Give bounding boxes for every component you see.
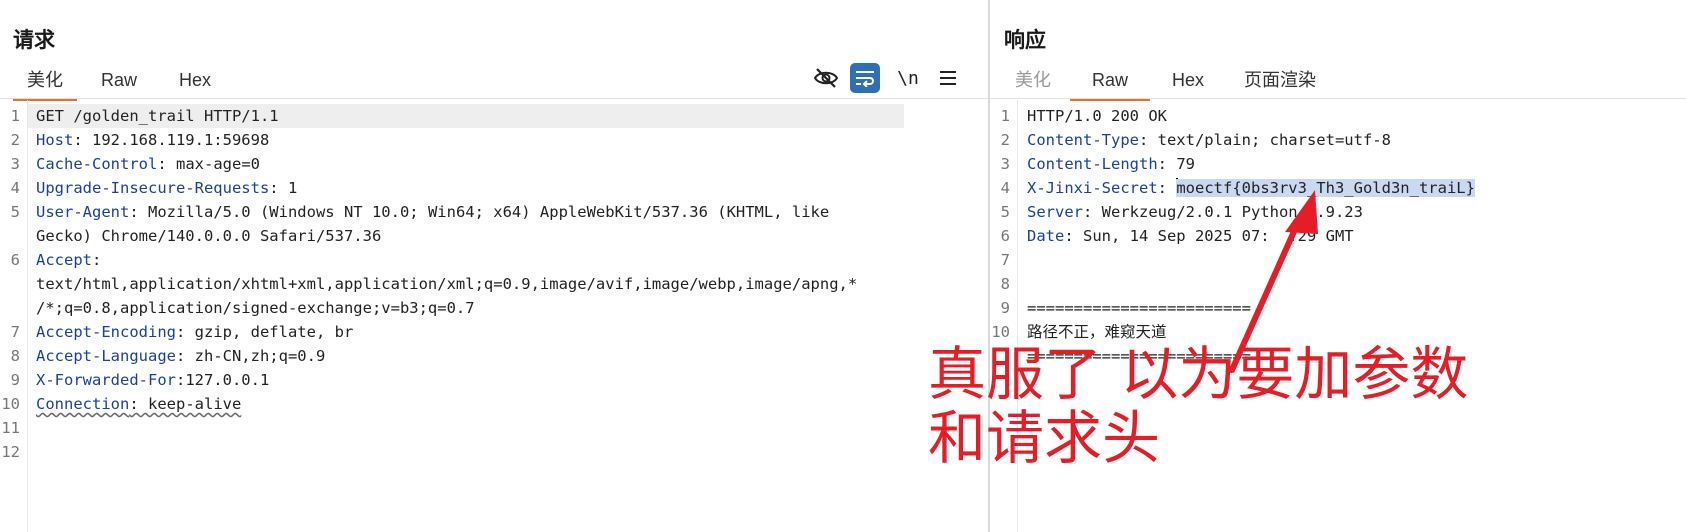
wrap-icon[interactable] xyxy=(850,63,880,93)
response-line: 3 Content-Length: 79 xyxy=(1000,155,1195,173)
request-editor[interactable]: 1 GET /golden_trail HTTP/1.1 2 Host: 192.1… xyxy=(0,100,988,532)
response-line: 2 Content-Type: text/plain; charset=utf-8 xyxy=(1000,131,1391,149)
request-line: 8 Accept-Language: zh-CN,zh;q=0.9 xyxy=(10,347,326,365)
eye-off-icon[interactable] xyxy=(810,62,842,94)
tab-pretty[interactable]: 美化 xyxy=(1004,64,1062,98)
annotation-line-1: 真服了 以为要加参数 xyxy=(928,340,1469,408)
annotation-line-2: 和请求头 xyxy=(928,404,1161,472)
response-line: 5 Server: Werkzeug/2.0.1 Python/3.9.23 xyxy=(1000,203,1363,221)
newline-icon[interactable]: \n xyxy=(892,62,924,94)
request-line: /*;q=0.8,application/signed-exchange;v=b… xyxy=(36,299,475,317)
request-line: 11 xyxy=(1,419,20,437)
response-line: 9 ======================== xyxy=(1000,299,1251,317)
response-tabbar-divider xyxy=(990,98,1686,99)
newline-label: \n xyxy=(897,67,919,89)
tab-hex[interactable]: Hex xyxy=(172,64,218,98)
response-line: 7 xyxy=(1000,251,1010,269)
request-title: 请求 xyxy=(13,29,55,52)
request-line: 3 Cache-Control: max-age=0 xyxy=(10,155,260,173)
tab-render[interactable]: 页面渲染 xyxy=(1235,64,1325,98)
request-pane: 请求 美化 Raw Hex \n 1 GET /golden_trail HTT… xyxy=(0,0,988,532)
request-line: text/html,application/xhtml+xml,applicat… xyxy=(36,275,858,293)
request-line: 7 Accept-Encoding: gzip, deflate, br xyxy=(10,323,354,341)
tab-raw[interactable]: Raw xyxy=(1070,64,1150,101)
response-line: 4 X-Jinxi-Secret: moectf{0bs3rv3_Th3_Gold… xyxy=(1000,178,1475,197)
response-line: 1 HTTP/1.0 200 OK xyxy=(1000,107,1167,125)
request-toolbar: \n xyxy=(810,62,970,96)
response-line: 8 xyxy=(1000,275,1010,293)
request-line: 12 xyxy=(1,443,20,461)
response-line: 6 Date: Sun, 14 Sep 2025 07: :29 GMT xyxy=(1000,227,1354,245)
tab-raw[interactable]: Raw xyxy=(95,64,143,98)
request-line: Gecko) Chrome/140.0.0.0 Safari/537.36 xyxy=(36,227,382,245)
request-line: 4 Upgrade-Insecure-Requests: 1 xyxy=(10,179,298,197)
menu-icon[interactable] xyxy=(932,62,964,94)
request-line: 1 GET /golden_trail HTTP/1.1 xyxy=(10,107,279,125)
request-line: 5 User-Agent: Mozilla/5.0 (Windows NT 10.… xyxy=(10,203,830,221)
request-line: 6 Accept: xyxy=(10,251,102,269)
request-tabbar-divider xyxy=(0,98,988,99)
tab-hex[interactable]: Hex xyxy=(1165,64,1211,98)
annotation-text: 真服了 以为要加参数 和请求头 xyxy=(928,342,1568,470)
request-line: 10 Connection: keep-alive xyxy=(1,395,242,413)
selected-secret[interactable]: moectf{0bs3rv3_Th3_Gold3n_traiL} xyxy=(1176,179,1475,197)
response-title: 响应 xyxy=(1004,29,1046,52)
request-line: 2 Host: 192.168.119.1:59698 xyxy=(10,131,270,149)
request-line: 9 X-Forwarded-For:127.0.0.1 xyxy=(10,371,270,389)
tab-pretty[interactable]: 美化 xyxy=(13,64,77,101)
